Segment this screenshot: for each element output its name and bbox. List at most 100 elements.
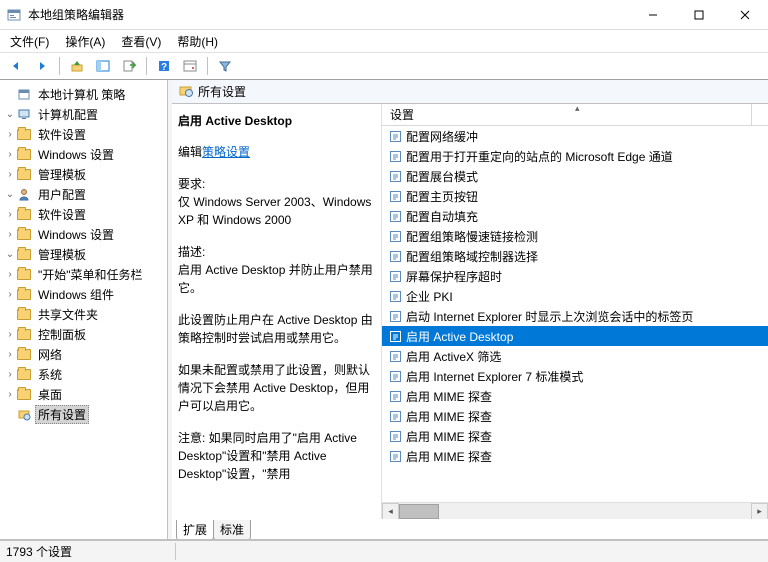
list-row[interactable]: 配置用于打开重定向的站点的 Microsoft Edge 通道 [382, 146, 768, 166]
tree-user-config[interactable]: ⌄ 用户配置 [2, 184, 165, 204]
tree-label: 网络 [35, 345, 65, 364]
policy-setting-icon [388, 129, 402, 143]
tree-label: 软件设置 [35, 205, 89, 224]
collapse-icon[interactable]: ⌄ [4, 109, 16, 120]
list-row[interactable]: 配置组策略域控制器选择 [382, 246, 768, 266]
list-row[interactable]: 启用 Active Desktop [382, 326, 768, 346]
policy-setting-icon [388, 369, 402, 383]
horizontal-scrollbar[interactable]: ◂ ▸ [382, 502, 768, 519]
tree-item[interactable]: › 软件设置 [2, 204, 165, 224]
folder-icon [16, 386, 32, 402]
expand-icon[interactable]: › [4, 289, 16, 300]
description-text: 注意: 如果同时启用了"启用 Active Desktop"设置和"禁用 Act… [178, 429, 375, 483]
navigation-tree[interactable]: 本地计算机 策略 ⌄ 计算机配置 › 软件设置 ›Windows 设置 [0, 80, 168, 539]
tab-standard[interactable]: 标准 [213, 520, 251, 539]
help-button[interactable]: ? [152, 55, 176, 77]
close-button[interactable] [722, 0, 768, 30]
tree-item[interactable]: 共享文件夹 [2, 304, 165, 324]
column-header-setting[interactable]: 设置 [382, 106, 751, 123]
toolbar-separator [146, 57, 147, 75]
tree-root[interactable]: 本地计算机 策略 [2, 84, 165, 104]
minimize-button[interactable] [630, 0, 676, 30]
tree-item[interactable]: ›Windows 设置 [2, 224, 165, 244]
tree-item[interactable]: ›系统 [2, 364, 165, 384]
content-title: 所有设置 [198, 83, 246, 100]
expand-icon[interactable]: › [4, 229, 16, 240]
list-item-label: 屏幕保护程序超时 [406, 268, 502, 285]
expand-icon[interactable]: › [4, 369, 16, 380]
forward-button[interactable] [30, 55, 54, 77]
export-list-button[interactable] [117, 55, 141, 77]
list-header[interactable]: ▴ 设置 [382, 104, 768, 126]
list-row[interactable]: 启用 MIME 探查 [382, 386, 768, 406]
collapse-icon[interactable]: ⌄ [4, 249, 16, 260]
menu-view[interactable]: 查看(V) [117, 31, 165, 52]
folder-icon [16, 166, 32, 182]
list-row[interactable]: 配置自动填充 [382, 206, 768, 226]
content-header: 所有设置 [172, 80, 768, 104]
expand-icon[interactable]: › [4, 349, 16, 360]
description-text: 启用 Active Desktop 并防止用户禁用它。 [178, 261, 375, 297]
policy-setting-icon [388, 349, 402, 363]
list-item-label: 配置展台模式 [406, 168, 478, 185]
detail-edit-row: 编辑策略设置 [178, 143, 375, 161]
tree-item[interactable]: › "开始"菜单和任务栏 [2, 264, 165, 284]
content-body: 启用 Active Desktop 编辑策略设置 要求: 仅 Windows S… [172, 104, 768, 519]
list-row[interactable]: 配置网络缓冲 [382, 126, 768, 146]
filter-button[interactable] [213, 55, 237, 77]
list-row[interactable]: 配置组策略慢速链接检测 [382, 226, 768, 246]
tree-label: "开始"菜单和任务栏 [35, 265, 146, 284]
tree-label: 管理模板 [35, 245, 89, 264]
show-hide-tree-button[interactable] [91, 55, 115, 77]
tree-computer-config[interactable]: ⌄ 计算机配置 [2, 104, 165, 124]
expand-icon[interactable]: › [4, 129, 16, 140]
list-row[interactable]: 启用 Internet Explorer 7 标准模式 [382, 366, 768, 386]
tree-item[interactable]: ›控制面板 [2, 324, 165, 344]
expand-icon[interactable]: › [4, 269, 16, 280]
tree-item[interactable]: ›Windows 设置 [2, 144, 165, 164]
list-row[interactable]: 屏幕保护程序超时 [382, 266, 768, 286]
list-row[interactable]: 启用 MIME 探查 [382, 426, 768, 446]
list-row[interactable]: 配置展台模式 [382, 166, 768, 186]
expand-icon[interactable]: › [4, 389, 16, 400]
options-button[interactable] [178, 55, 202, 77]
policy-setting-icon [388, 329, 402, 343]
list-row[interactable]: 启用 ActiveX 筛选 [382, 346, 768, 366]
expand-icon[interactable]: › [4, 149, 16, 160]
tab-extended[interactable]: 扩展 [176, 520, 214, 539]
scroll-track[interactable] [399, 503, 751, 519]
tree-item[interactable]: ›Windows 组件 [2, 284, 165, 304]
settings-list[interactable]: 配置网络缓冲配置用于打开重定向的站点的 Microsoft Edge 通道配置展… [382, 126, 768, 502]
settings-node-icon [16, 406, 32, 422]
tree-item[interactable]: ›软件设置 [2, 124, 165, 144]
collapse-icon[interactable]: ⌄ [4, 189, 16, 200]
expand-icon[interactable]: › [4, 169, 16, 180]
policy-setting-icon [388, 249, 402, 263]
list-row[interactable]: 配置主页按钮 [382, 186, 768, 206]
tree-item[interactable]: ›管理模板 [2, 164, 165, 184]
edit-policy-link[interactable]: 策略设置 [202, 145, 250, 159]
tree-all-settings[interactable]: 所有设置 [2, 404, 165, 424]
list-row[interactable]: 启用 MIME 探查 [382, 406, 768, 426]
policy-setting-icon [388, 289, 402, 303]
tree-admin-templates[interactable]: ⌄ 管理模板 [2, 244, 165, 264]
tree-item[interactable]: › 网络 [2, 344, 165, 364]
expand-icon[interactable]: › [4, 209, 16, 220]
tree-item[interactable]: ›桌面 [2, 384, 165, 404]
menu-file[interactable]: 文件(F) [6, 31, 53, 52]
list-row[interactable]: 启用 MIME 探查 [382, 446, 768, 466]
menu-help[interactable]: 帮助(H) [173, 31, 222, 52]
back-button[interactable] [4, 55, 28, 77]
expand-icon[interactable]: › [4, 329, 16, 340]
list-row[interactable]: 企业 PKI [382, 286, 768, 306]
scroll-thumb[interactable] [399, 504, 439, 519]
scroll-right-button[interactable]: ▸ [751, 503, 768, 519]
maximize-button[interactable] [676, 0, 722, 30]
list-row[interactable]: 启动 Internet Explorer 时显示上次浏览会话中的标签页 [382, 306, 768, 326]
up-tree-button[interactable] [65, 55, 89, 77]
folder-icon [16, 206, 32, 222]
detail-title: 启用 Active Desktop [178, 112, 375, 129]
scroll-left-button[interactable]: ◂ [382, 503, 399, 519]
menu-action[interactable]: 操作(A) [61, 31, 109, 52]
view-tabs: 扩展 标准 [172, 519, 768, 539]
